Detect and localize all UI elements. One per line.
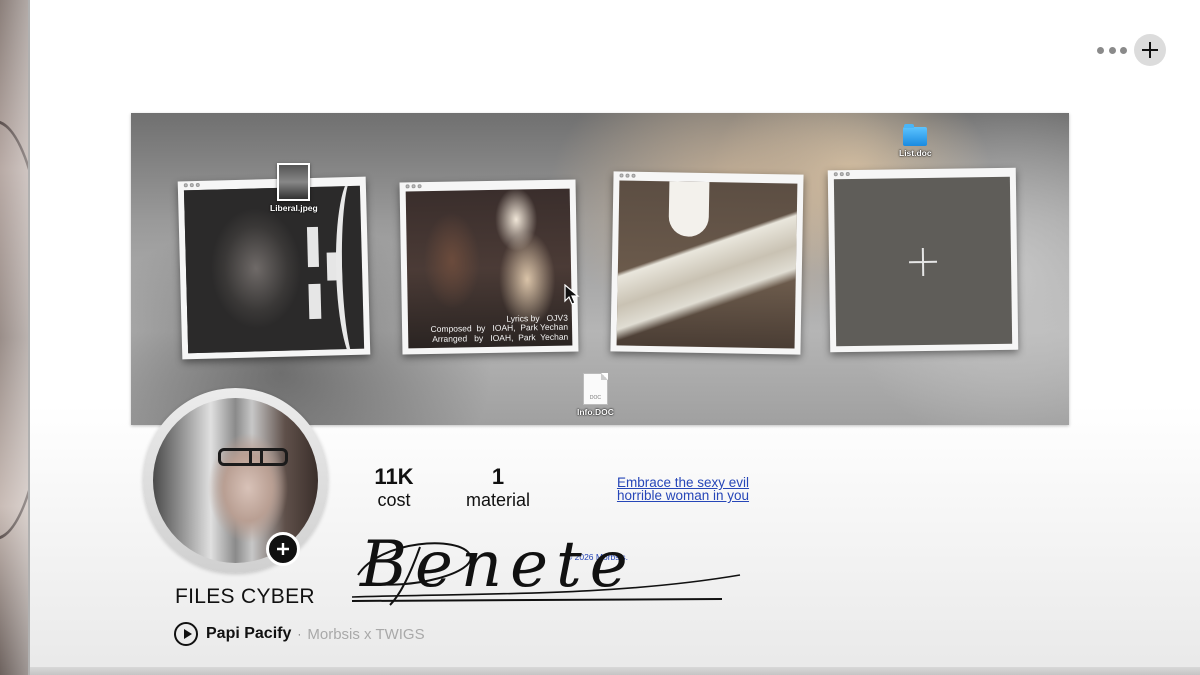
- signature-text: Benete: [360, 528, 636, 602]
- separator-dot: ·: [297, 627, 302, 641]
- bio-link[interactable]: Embrace the sexy evil horrible woman in …: [598, 476, 768, 503]
- stat-cost: 11K cost: [369, 465, 419, 511]
- liberal-file-icon[interactable]: Liberal.jpeg: [270, 163, 318, 213]
- stat-cost-value: 11K: [374, 464, 414, 489]
- photo-window-3[interactable]: [610, 171, 804, 355]
- stat-cost-label: cost: [377, 490, 411, 510]
- photo-window-2[interactable]: Lyrics by OJV3 Composed by IOAH, Park Ye…: [399, 179, 579, 355]
- photo-duo: Lyrics by OJV3 Composed by IOAH, Park Ye…: [405, 188, 573, 349]
- list-file-icon[interactable]: List.doc: [899, 124, 932, 158]
- mouse-cursor-icon: [564, 284, 580, 305]
- image-thumbnail-icon: [277, 163, 311, 201]
- plus-icon: [277, 543, 289, 555]
- empty-add-window[interactable]: [827, 167, 1019, 353]
- now-playing[interactable]: Papi Pacify · Morbsis x TWIGS: [174, 622, 425, 646]
- folder-icon: [903, 124, 928, 146]
- stat-material: 1 material: [458, 465, 538, 511]
- bottom-scroll-bar: [30, 667, 1200, 675]
- ellipsis-icon[interactable]: [1097, 40, 1127, 60]
- stat-material-value: 1: [491, 464, 505, 489]
- glasses-detail: [218, 448, 288, 466]
- track-title: Papi Pacify: [206, 625, 292, 642]
- left-edge-strip: [0, 0, 30, 675]
- track-artist: Morbsis x TWIGS: [307, 625, 425, 643]
- profile-name: FILES CYBER: [175, 585, 315, 608]
- document-icon: DOC: [582, 373, 608, 405]
- stat-material-label: material: [465, 490, 531, 510]
- add-story-button[interactable]: [266, 532, 300, 566]
- plus-icon: [1142, 42, 1158, 58]
- plus-icon: [909, 247, 938, 276]
- play-icon[interactable]: [174, 622, 198, 646]
- info-file-icon[interactable]: DOC Info.DOC: [577, 373, 614, 417]
- add-button[interactable]: [1134, 34, 1166, 66]
- song-credits: Lyrics by OJV3 Composed by IOAH, Park Ye…: [430, 312, 569, 344]
- profile-banner: Lyrics by OJV3 Composed by IOAH, Park Ye…: [131, 113, 1069, 425]
- photo-newspaper-roll: [616, 180, 798, 349]
